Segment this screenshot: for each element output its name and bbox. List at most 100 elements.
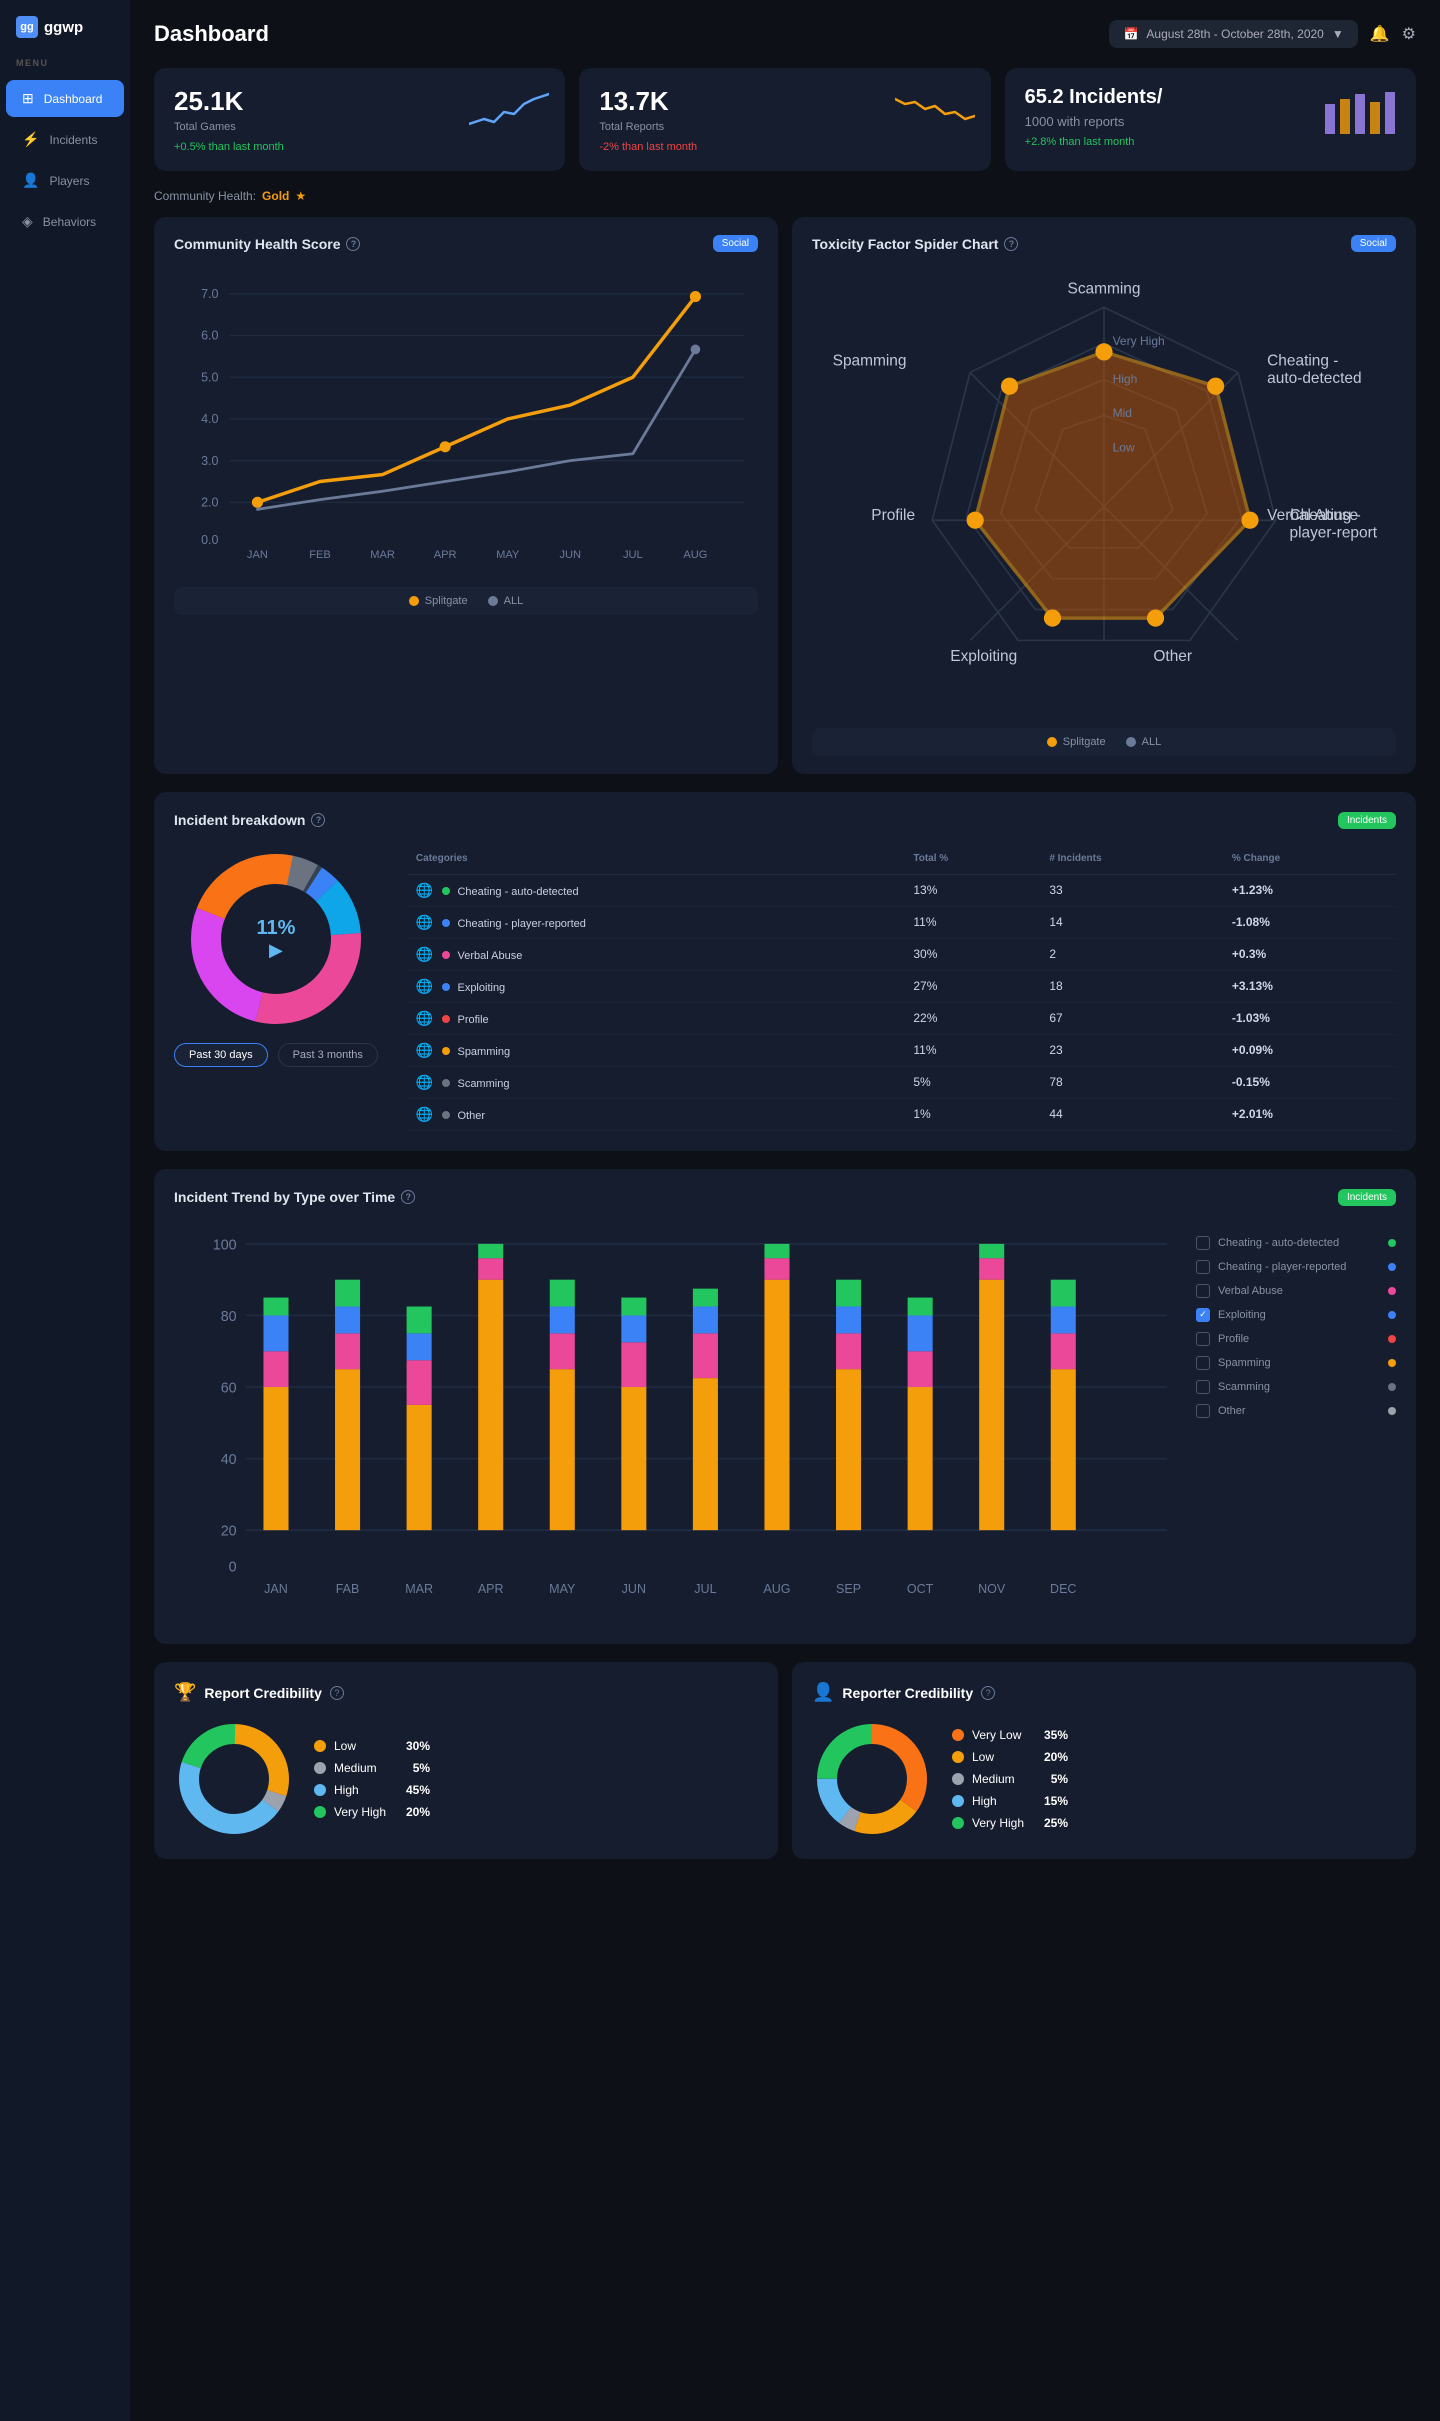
- col-incidents: # Incidents: [1041, 849, 1224, 875]
- time-btn-3months[interactable]: Past 3 months: [278, 1043, 378, 1067]
- toxicity-header: Toxicity Factor Spider Chart ? Social: [812, 235, 1396, 252]
- checkbox[interactable]: [1196, 1356, 1210, 1370]
- checkbox[interactable]: [1196, 1284, 1210, 1298]
- legend-dot: [1388, 1311, 1396, 1319]
- help-icon[interactable]: ?: [346, 237, 360, 251]
- bell-icon[interactable]: 🔔: [1370, 24, 1390, 44]
- checkbox[interactable]: [1196, 1332, 1210, 1346]
- svg-text:Spamming: Spamming: [833, 353, 907, 370]
- reporter-cred-legend: Very Low 35% Low 20% Medium 5% High 15% …: [952, 1728, 1068, 1830]
- time-buttons: Past 30 days Past 3 months: [174, 1043, 378, 1067]
- legend-dot: [1388, 1359, 1396, 1367]
- total-pct: 27%: [905, 970, 1041, 1002]
- gear-icon[interactable]: ⚙: [1402, 24, 1416, 44]
- incident-body: 11% ▶ Past 30 days Past 3 months Categor…: [174, 849, 1396, 1131]
- trend-legend-item[interactable]: Verbal Abuse: [1196, 1284, 1396, 1298]
- report-cred-help-icon[interactable]: ?: [330, 1686, 344, 1700]
- legend-all: ALL: [488, 595, 524, 607]
- incident-breakdown-panel: Incident breakdown ? Incidents: [154, 792, 1416, 1151]
- sidebar-item-dashboard[interactable]: ⊞ Dashboard: [6, 80, 124, 117]
- total-pct: 13%: [905, 874, 1041, 906]
- cred-dot: [314, 1740, 326, 1752]
- incidents-count: 18: [1041, 970, 1224, 1002]
- trend-badge: Incidents: [1338, 1189, 1396, 1206]
- cred-label: Medium: [972, 1772, 1015, 1786]
- trend-help-icon[interactable]: ?: [401, 1190, 415, 1204]
- health-score-panel: Community Health Score ? Social 7.0 6.0 …: [154, 217, 778, 774]
- legend-splitgate: Splitgate: [409, 595, 468, 607]
- svg-text:APR: APR: [478, 1581, 504, 1595]
- svg-text:DEC: DEC: [1050, 1581, 1076, 1595]
- incidents-icon: ⚡: [22, 131, 39, 148]
- col-change: % Change: [1224, 849, 1396, 875]
- cat-name: 🌐 Cheating - auto-detected: [408, 874, 905, 906]
- change-val: -1.08%: [1224, 906, 1396, 938]
- cred-legend-item: Very High 25%: [952, 1816, 1068, 1830]
- sidebar-item-label: Incidents: [49, 133, 97, 147]
- trend-legend-item[interactable]: ✓ Exploiting: [1196, 1308, 1396, 1322]
- trend-legend-item[interactable]: Spamming: [1196, 1356, 1396, 1370]
- legend-dot: [1388, 1239, 1396, 1247]
- svg-text:auto-detected: auto-detected: [1267, 370, 1361, 387]
- table-row: 🌐 Exploiting 27% 18 +3.13%: [408, 970, 1396, 1002]
- svg-text:JAN: JAN: [264, 1581, 288, 1595]
- trend-legend-item[interactable]: Cheating - player-reported: [1196, 1260, 1396, 1274]
- checkbox[interactable]: [1196, 1380, 1210, 1394]
- legend-label: Profile: [1218, 1333, 1380, 1345]
- incidents-count: 23: [1041, 1034, 1224, 1066]
- table-row: 🌐 Cheating - auto-detected 13% 33 +1.23%: [408, 874, 1396, 906]
- behaviors-icon: ◈: [22, 213, 33, 230]
- col-categories: Categories: [408, 849, 905, 875]
- svg-text:MAY: MAY: [496, 549, 520, 561]
- total-pct: 22%: [905, 1002, 1041, 1034]
- svg-text:JUL: JUL: [623, 549, 643, 561]
- cred-pct: 25%: [1032, 1816, 1068, 1830]
- checkbox[interactable]: [1196, 1260, 1210, 1274]
- svg-text:Cheating -: Cheating -: [1267, 353, 1338, 370]
- stat-card-incidents: 65.2 Incidents/1000 with reports +2.8% t…: [1005, 68, 1416, 171]
- cred-pct: 20%: [1032, 1750, 1068, 1764]
- trend-legend-item[interactable]: Profile: [1196, 1332, 1396, 1346]
- svg-text:40: 40: [221, 1452, 237, 1468]
- toxicity-help-icon[interactable]: ?: [1004, 237, 1018, 251]
- checkbox[interactable]: [1196, 1236, 1210, 1250]
- svg-text:JUN: JUN: [559, 549, 581, 561]
- community-health-rating: Gold: [262, 189, 289, 203]
- checkbox[interactable]: ✓: [1196, 1308, 1210, 1322]
- trend-legend-item[interactable]: Scamming: [1196, 1380, 1396, 1394]
- spider-chart: Scamming Cheating - auto-detected Cheati…: [812, 266, 1396, 713]
- health-score-legend: Splitgate ALL: [174, 587, 758, 615]
- total-pct: 11%: [905, 1034, 1041, 1066]
- reporter-cred-help-icon[interactable]: ?: [981, 1686, 995, 1700]
- sidebar-item-behaviors[interactable]: ◈ Behaviors: [6, 203, 124, 240]
- cred-label: Very Low: [972, 1728, 1021, 1742]
- table-row: 🌐 Profile 22% 67 -1.03%: [408, 1002, 1396, 1034]
- incidents-count: 2: [1041, 938, 1224, 970]
- svg-text:Profile: Profile: [871, 507, 915, 524]
- checkbox[interactable]: [1196, 1404, 1210, 1418]
- incident-breakdown-title: Incident breakdown ?: [174, 812, 325, 828]
- date-range[interactable]: 📅 August 28th - October 28th, 2020 ▼: [1109, 20, 1357, 48]
- svg-text:player-report: player-report: [1290, 524, 1378, 541]
- sparkline-reports: [895, 84, 975, 134]
- trend-legend-item[interactable]: Cheating - auto-detected: [1196, 1236, 1396, 1250]
- legend-label: Other: [1218, 1405, 1380, 1417]
- cred-dot: [952, 1751, 964, 1763]
- toxicity-title: Toxicity Factor Spider Chart ?: [812, 236, 1018, 252]
- cred-legend-item: Very Low 35%: [952, 1728, 1068, 1742]
- table-row: 🌐 Verbal Abuse 30% 2 +0.3%: [408, 938, 1396, 970]
- incident-help-icon[interactable]: ?: [311, 813, 325, 827]
- incident-breakdown-header: Incident breakdown ? Incidents: [174, 812, 1396, 829]
- svg-text:60: 60: [221, 1380, 237, 1396]
- trend-legend-item[interactable]: Other: [1196, 1404, 1396, 1418]
- sparkline-incidents: [1320, 84, 1400, 134]
- topbar-icons: 🔔 ⚙: [1370, 24, 1416, 44]
- sidebar-item-incidents[interactable]: ⚡ Incidents: [6, 121, 124, 158]
- reporter-credibility-panel: 👤 Reporter Credibility ?: [792, 1662, 1416, 1859]
- stat-change-games: +0.5% than last month: [174, 141, 545, 153]
- svg-text:0.0: 0.0: [201, 533, 218, 547]
- gold-star-icon: ★: [295, 189, 306, 203]
- time-btn-30days[interactable]: Past 30 days: [174, 1043, 268, 1067]
- sidebar-item-players[interactable]: 👤 Players: [6, 162, 124, 199]
- cat-name: 🌐 Scamming: [408, 1066, 905, 1098]
